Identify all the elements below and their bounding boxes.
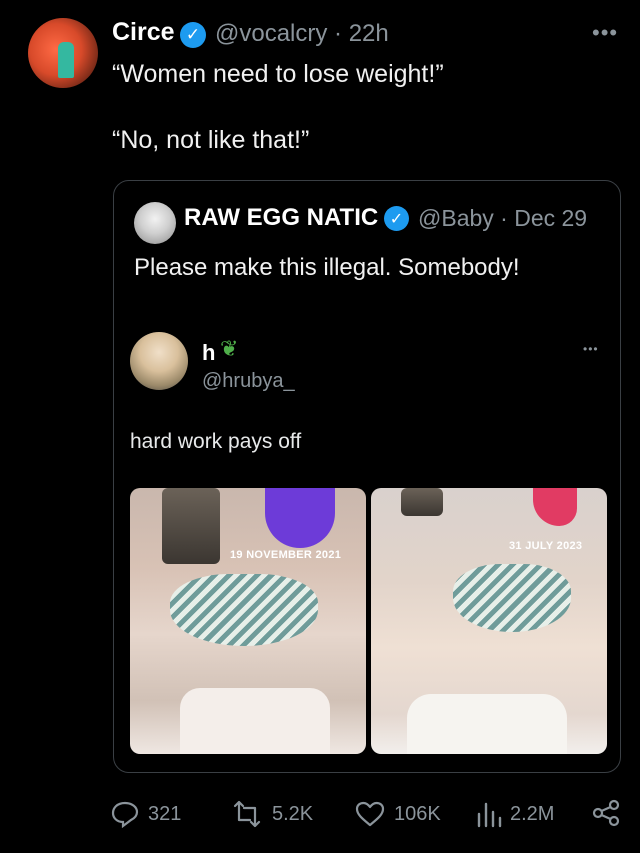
more-icon[interactable]: ••• — [592, 20, 618, 46]
leaf-emoji-icon: ❦ — [220, 336, 239, 361]
phone-shape — [401, 488, 443, 516]
like-count: 106K — [394, 802, 441, 825]
photo-after[interactable]: 31 JULY 2023 — [371, 488, 607, 754]
like-button[interactable]: 106K — [354, 800, 441, 828]
photo-before-date: 19 NOVEMBER 2021 — [230, 549, 342, 561]
photo-after-date: 31 JULY 2023 — [509, 540, 583, 552]
reply-button[interactable]: 321 — [110, 800, 181, 828]
skirt-shape — [180, 688, 330, 754]
embedded-author-name: h — [202, 340, 216, 365]
quote-text: Please make this illegal. Somebody! — [134, 254, 520, 281]
verified-badge-icon: ✓ — [180, 22, 206, 48]
author-handle-time[interactable]: @vocalcry · 22h — [215, 20, 389, 48]
tweet-text-line1: “Women need to lose weight!” — [112, 60, 444, 88]
embedded-text: hard work pays off — [130, 430, 302, 453]
bikini-shape — [170, 574, 318, 646]
repost-icon — [233, 800, 261, 828]
reply-count: 321 — [148, 802, 182, 825]
bikini-shape — [453, 564, 571, 632]
tweet-text-line2: “No, not like that!” — [112, 126, 310, 154]
repost-count: 5.2K — [272, 802, 314, 825]
phone-shape — [162, 488, 220, 564]
share-icon — [592, 799, 620, 827]
repost-button[interactable]: 5.2K — [230, 800, 313, 828]
author-name[interactable]: Circe — [112, 18, 175, 47]
views-count: 2.2M — [510, 802, 555, 825]
views-icon — [477, 802, 502, 828]
share-button[interactable] — [592, 798, 622, 833]
quote-verified-badge-icon: ✓ — [384, 206, 409, 231]
reply-icon — [111, 801, 139, 828]
skirt-shape — [407, 694, 567, 754]
like-icon — [355, 801, 385, 827]
author-avatar[interactable] — [28, 18, 98, 88]
embedded-more-icon: ••• — [583, 342, 599, 356]
quote-author-avatar — [134, 202, 176, 244]
views-button[interactable]: 2.2M — [476, 800, 554, 828]
embedded-author-avatar — [130, 332, 188, 390]
quote-handle-time: @Baby · Dec 29 — [418, 205, 588, 231]
embedded-author-handle: @hrubya_ — [202, 370, 295, 392]
quote-author-name: RAW EGG NATIC — [184, 204, 379, 231]
